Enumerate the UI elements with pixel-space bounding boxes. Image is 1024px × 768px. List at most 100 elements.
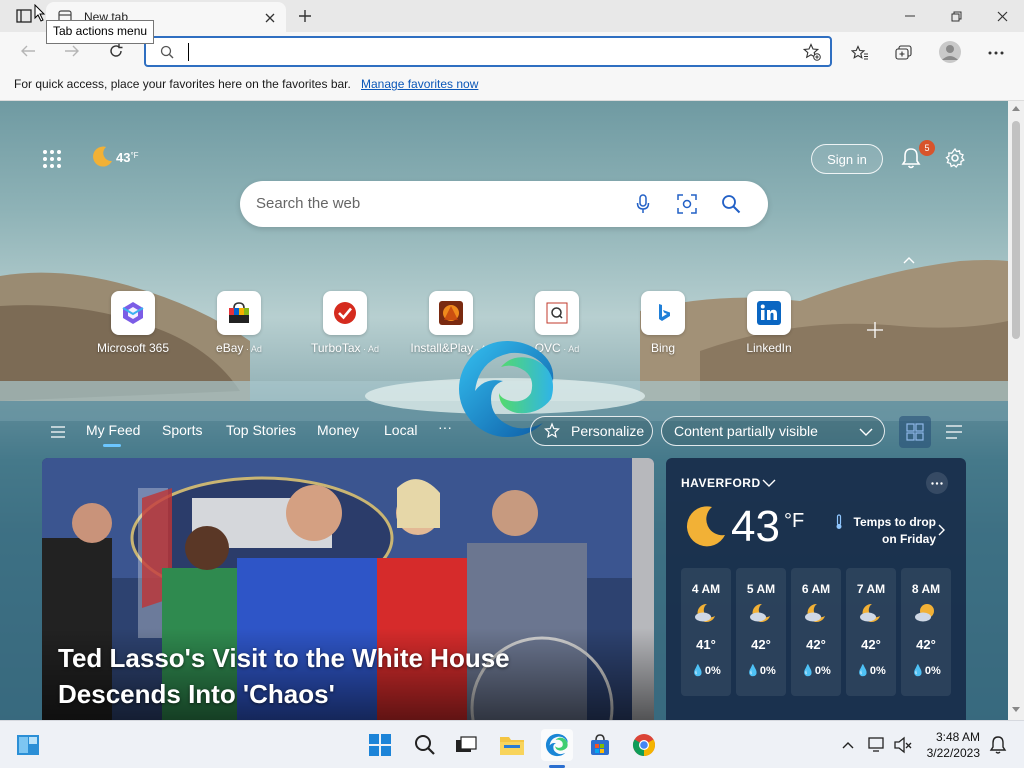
minimize-button[interactable] (890, 4, 930, 28)
start-button[interactable] (364, 729, 396, 761)
profile-button[interactable] (936, 38, 964, 66)
collections-button[interactable] (890, 40, 918, 66)
scroll-down-arrow-icon[interactable] (1012, 707, 1020, 713)
hourly-forecast-item[interactable]: 4 AM 41° 💧0% (681, 568, 731, 696)
add-favorite-button[interactable] (800, 41, 824, 63)
widgets-button[interactable] (12, 729, 44, 761)
more-tabs-button[interactable]: ··· (438, 419, 452, 435)
add-shortcut-button[interactable] (864, 319, 886, 341)
page-settings-button[interactable] (942, 145, 968, 171)
weather-alert[interactable]: Temps to drop on Friday (846, 514, 936, 548)
search-submit-button[interactable] (720, 193, 742, 215)
tab-sports[interactable]: Sports (162, 422, 202, 438)
content-visibility-dropdown[interactable]: Content partially visible (661, 416, 885, 446)
show-hidden-icons-button[interactable] (836, 729, 860, 761)
volume-button[interactable] (890, 729, 916, 761)
chevron-down-icon[interactable] (762, 479, 776, 487)
news-card[interactable]: Ted Lasso's Visit to the White House Des… (42, 458, 654, 720)
edge-taskbar-button[interactable] (541, 729, 573, 761)
favorites-bar: For quick access, place your favorites h… (0, 70, 1024, 101)
apps-launcher-button[interactable] (40, 147, 64, 171)
forward-arrow-icon (65, 45, 79, 57)
vertical-scrollbar[interactable] (1008, 101, 1024, 720)
tab-my-feed[interactable]: My Feed (86, 422, 140, 438)
hourly-forecast-item[interactable]: 6 AM 42° 💧0% (791, 568, 841, 696)
store-bag-icon (591, 734, 609, 755)
sparkle-star-icon (544, 422, 560, 439)
list-layout-button[interactable] (940, 416, 968, 448)
shortcut-bing[interactable]: Bing (618, 291, 708, 355)
web-search-box[interactable]: Search the web (240, 181, 768, 227)
ad-badge: · Ad (560, 344, 580, 354)
hourly-forecast-item[interactable]: 7 AM 42° 💧0% (846, 568, 896, 696)
close-tab-button[interactable] (260, 8, 280, 28)
shortcut-turbotax[interactable]: TurboTax · Ad (300, 291, 390, 355)
shortcut-label: Bing (650, 341, 676, 355)
scroll-up-arrow-icon[interactable] (1012, 105, 1020, 111)
tab-local[interactable]: Local (384, 422, 417, 438)
tab-money[interactable]: Money (317, 422, 359, 438)
notification-center-button[interactable] (984, 729, 1012, 761)
grid-layout-button[interactable] (899, 416, 931, 448)
shortcut-linkedin[interactable]: LinkedIn (724, 291, 814, 355)
web-search-input[interactable]: Search the web (256, 195, 360, 212)
news-headline[interactable]: Ted Lasso's Visit to the White House Des… (58, 640, 538, 712)
hour-precip: 💧0% (746, 665, 776, 677)
hourly-forecast-item[interactable]: 5 AM 42° 💧0% (736, 568, 786, 696)
clock[interactable]: 3:48 AM 3/22/2023 (920, 729, 980, 761)
hour-temp: 42° (916, 637, 936, 652)
file-explorer-button[interactable] (496, 729, 528, 761)
microphone-icon (636, 194, 650, 213)
close-window-button[interactable] (982, 4, 1022, 28)
feed-menu-button[interactable] (48, 422, 68, 442)
install-play-tile (429, 291, 473, 335)
shortcut-microsoft-365[interactable]: Microsoft 365 (88, 291, 178, 355)
precip-value: 0% (814, 665, 831, 677)
collapse-shortcuts-button[interactable] (900, 251, 918, 269)
shortcut-label: TurboTax (310, 341, 361, 355)
personalize-label: Personalize (571, 423, 645, 439)
favorites-button[interactable] (846, 40, 874, 66)
hour-temp: 42° (751, 637, 771, 652)
new-tab-button[interactable] (292, 6, 318, 26)
hour-precip: 💧0% (911, 665, 941, 677)
sign-in-button[interactable]: Sign in (811, 144, 883, 174)
bing-icon (659, 304, 670, 321)
visual-search-button[interactable] (676, 193, 698, 215)
chrome-button[interactable] (628, 729, 660, 761)
back-button[interactable] (14, 38, 42, 64)
task-view-icon (456, 736, 477, 752)
shortcut-ebay[interactable]: eBay · Ad (194, 291, 284, 355)
chevron-right-icon[interactable] (938, 524, 946, 536)
linkedin-tile (747, 291, 791, 335)
weather-widget-small[interactable]: 43 °F (90, 145, 139, 169)
weather-card[interactable]: HAVERFORD 43 °F Temps to drop on Friday … (666, 458, 966, 720)
taskbar-search-button[interactable] (409, 729, 441, 761)
hourly-forecast-item[interactable]: 8 AM 42° 💧0% (901, 568, 951, 696)
search-icon (415, 735, 435, 755)
voice-search-button[interactable] (632, 193, 654, 215)
microsoft-365-tile (111, 291, 155, 335)
personalize-button[interactable]: Personalize (530, 416, 653, 446)
moon-cloud-icon (750, 603, 770, 622)
tab-top-stories[interactable]: Top Stories (226, 422, 296, 438)
address-bar[interactable] (144, 36, 832, 67)
weather-more-button[interactable] (926, 472, 948, 494)
store-button[interactable] (584, 729, 616, 761)
list-view-icon (946, 425, 962, 439)
weather-location[interactable]: HAVERFORD (681, 476, 761, 490)
favorites-icon (851, 45, 868, 60)
collections-icon (895, 45, 912, 60)
new-tab-page: 43 °F Sign in 5 Search the web Microsoft… (0, 101, 1008, 720)
scrollbar-thumb[interactable] (1012, 121, 1020, 339)
settings-more-button[interactable] (982, 40, 1010, 66)
manage-favorites-link[interactable]: Manage favorites now (361, 77, 478, 91)
ad-label: Ad (368, 344, 380, 354)
task-view-button[interactable] (450, 729, 482, 761)
hour-time: 6 AM (801, 582, 831, 596)
chevron-up-icon (842, 742, 854, 749)
ad-badge: · Ad (243, 344, 262, 354)
qvc-icon (546, 302, 568, 324)
restore-button[interactable] (936, 4, 976, 28)
network-button[interactable] (864, 729, 890, 761)
